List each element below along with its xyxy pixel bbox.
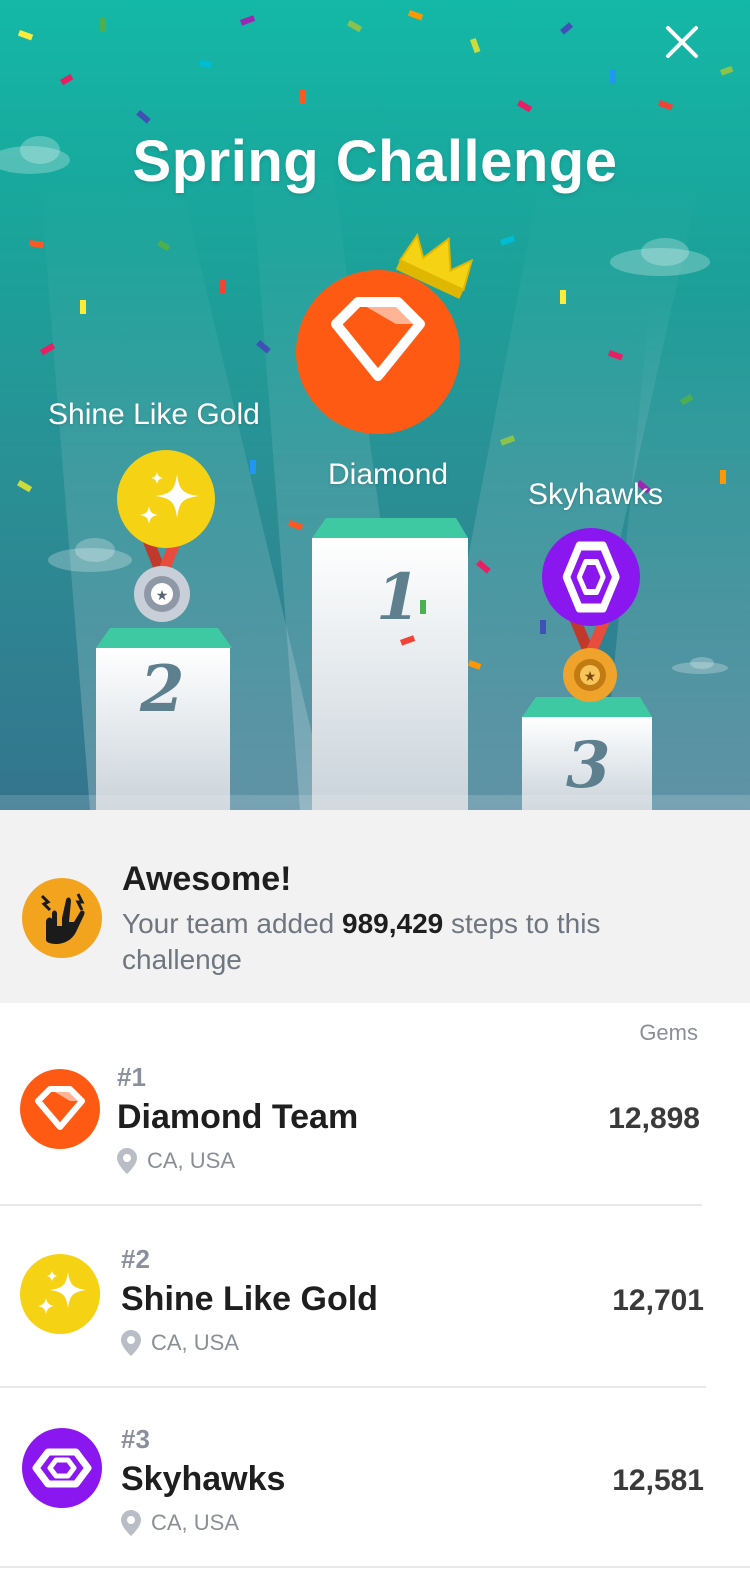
svg-text:★: ★	[584, 668, 597, 684]
podium-number-third: 3	[566, 728, 611, 803]
leaderboard-row-1[interactable]: #1 Diamond Team CA, USA 12,898	[0, 1050, 750, 1205]
third-place-team-name: Skyhawks	[528, 478, 664, 511]
podium-number-second: 2	[140, 652, 185, 727]
location-text: CA, USA	[151, 1510, 240, 1535]
rank-label: #1	[117, 1062, 146, 1092]
team-location: CA, USA	[121, 1510, 239, 1536]
celebration-hero: ★ ★ Spring Challenge Diamond Shine Like …	[0, 0, 750, 810]
team-name: Shine Like Gold	[121, 1280, 378, 1318]
summary-message: Your team added 989,429 steps to this ch…	[122, 906, 642, 978]
sparkle-icon	[20, 1254, 100, 1334]
location-text: CA, USA	[147, 1148, 236, 1173]
leaderboard-row-2[interactable]: #2 Shine Like Gold CA, USA 12,701	[0, 1232, 750, 1387]
podium-number-first: 1	[376, 560, 421, 635]
location-pin-icon	[121, 1510, 141, 1536]
summary-title: Awesome!	[122, 860, 292, 898]
steps-count: 989,429	[342, 908, 444, 939]
gems-value: 12,701	[612, 1284, 704, 1317]
leaderboard-row-3[interactable]: #3 Skyhawks CA, USA 12,581	[0, 1412, 750, 1567]
third-place-badge	[542, 528, 642, 633]
second-place-team-name: Shine Like Gold	[48, 398, 260, 431]
close-icon	[666, 26, 698, 58]
diamond-icon	[20, 1069, 100, 1149]
hexagon-icon	[22, 1428, 102, 1508]
location-pin-icon	[121, 1330, 141, 1356]
gems-value: 12,581	[612, 1464, 704, 1497]
summary-text-before: Your team added	[122, 908, 343, 939]
rank-label: #3	[121, 1424, 150, 1454]
close-button[interactable]	[662, 22, 702, 62]
gems-column-header: Gems	[639, 1020, 698, 1045]
team-location: CA, USA	[121, 1330, 239, 1356]
row-divider	[0, 1566, 750, 1568]
rock-hand-icon	[22, 878, 102, 958]
location-pin-icon	[117, 1148, 137, 1174]
row-divider	[0, 1386, 706, 1388]
second-place-badge	[117, 450, 217, 555]
team-name: Skyhawks	[121, 1460, 286, 1498]
gems-value: 12,898	[608, 1102, 700, 1135]
rank-label: #2	[121, 1244, 150, 1274]
challenge-title: Spring Challenge	[132, 129, 618, 194]
team-location: CA, USA	[117, 1148, 235, 1174]
first-place-team-name: Diamond	[328, 458, 449, 491]
svg-text:★: ★	[156, 587, 169, 603]
row-divider	[0, 1204, 702, 1206]
team-name: Diamond Team	[117, 1098, 359, 1136]
location-text: CA, USA	[151, 1330, 240, 1355]
first-place-badge	[296, 226, 486, 451]
